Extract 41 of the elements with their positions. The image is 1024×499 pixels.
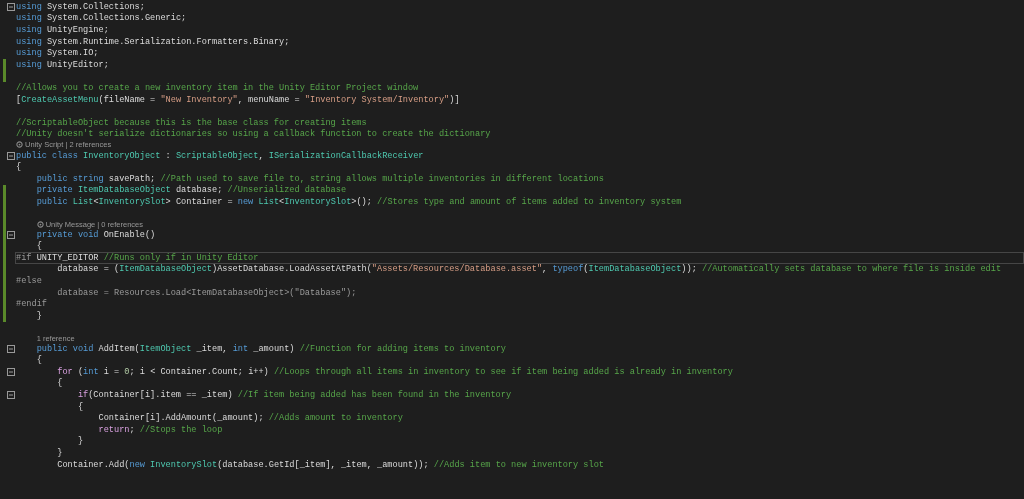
collapse-icon[interactable] — [7, 151, 15, 160]
code-line: if(Container[i].item == _item) //If item being added has been found in the inventory — [76, 389, 513, 401]
code-line: using System.Runtime.Serialization.Formatters.Binary; — [15, 35, 291, 48]
code-line: return; //Stops the loop — [97, 423, 224, 436]
gear-icon — [16, 141, 23, 149]
code-line: database = Resources.Load<ItemDatabaseObject>("Database"); — [56, 286, 358, 299]
code-line: Container[i].AddAmount(_amount); //Adds amount to inventory — [97, 412, 404, 425]
code-line: { — [15, 161, 23, 174]
gear-icon — [36, 220, 44, 228]
collapse-icon[interactable] — [7, 230, 15, 239]
code-line: public string savePath; //Path used to save file to, string allows multiple inventories in different locations — [35, 172, 605, 185]
code-line: //Allows you to create a new inventory item in the Unity Editor Project window — [15, 81, 420, 94]
code-line: private ItemDatabaseObject database; //Unserialized database — [35, 184, 348, 197]
code-line: public void AddItem(ItemObject _item, int _amount) //Function for adding items to inventory — [35, 342, 507, 355]
code-line: } — [76, 435, 85, 448]
code-line: for (int i = 0; i < Container.Count; i++) //Loops through all items in inventory to see if item being added is already in inventory — [56, 365, 734, 378]
code-line: private void OnEnable() — [35, 229, 157, 241]
code-line: public List<InventorySlot> Container = new List<InventorySlot>(); //Stores type and amount of items added to inventory system — [35, 195, 683, 208]
code-line: } — [35, 309, 43, 322]
collapse-icon[interactable] — [7, 2, 15, 11]
code-line: } — [56, 446, 64, 459]
code-line: using UnityEditor; — [15, 58, 110, 71]
code-line: //Unity doesn't serialize dictionaries so using a callback function to create the dictionary — [15, 128, 492, 141]
code-line: public class InventoryObject : ScriptableObject, ISerializationCallbackReceiver — [15, 149, 425, 162]
code-line: using System.Collections; — [15, 0, 146, 13]
code-line: using UnityEngine; — [15, 24, 110, 36]
code-line: { — [56, 377, 64, 390]
collapse-icon[interactable] — [7, 367, 15, 376]
code-line: database = (ItemDatabaseObject)AssetDatabase.LoadAssetAtPath("Assets/Resources/Database.asset", typeof(ItemDatabaseObject)); //Automatically sets database to where file is inside edit — [56, 263, 1003, 276]
code-line: using System.Collections.Generic; — [15, 12, 188, 25]
code-line: using System.IO; — [15, 47, 100, 60]
code-line: //ScriptableObject because this is the base class for creating items — [15, 116, 368, 129]
code-line: { — [35, 354, 43, 367]
collapse-icon[interactable] — [7, 391, 15, 399]
code-line: [CreateAssetMenu(fileName = "New Inventory", menuName = "Inventory System/Inventory")] — [15, 93, 461, 106]
code-line: { — [76, 400, 85, 413]
collapse-icon[interactable] — [7, 344, 15, 353]
code-line: Container.Add(new InventorySlot(database.GetId[_item], _item, _amount)); //Adds item to new inventory slot — [56, 458, 605, 471]
code-line: { — [35, 240, 43, 253]
code-line: #endif — [15, 298, 48, 311]
code-line: #else — [15, 275, 43, 288]
